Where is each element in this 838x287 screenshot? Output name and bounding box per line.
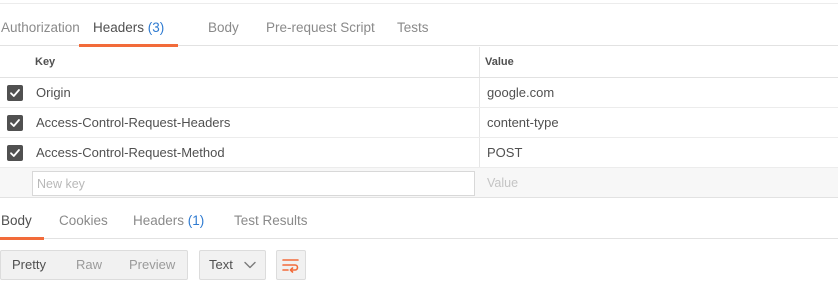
tab-label: Body bbox=[208, 20, 239, 35]
tab-label: Headers bbox=[93, 20, 145, 35]
tab-headers[interactable]: Headers (3) bbox=[79, 4, 179, 47]
headers-count-badge: (3) bbox=[147, 20, 165, 35]
tab-label: Body bbox=[1, 213, 32, 228]
header-value[interactable]: google.com bbox=[487, 78, 554, 108]
tab-label: Cookies bbox=[59, 213, 108, 228]
tab-response-body[interactable]: Body bbox=[0, 199, 44, 240]
header-value[interactable]: content-type bbox=[487, 108, 559, 138]
tab-tests[interactable]: Tests bbox=[397, 4, 429, 46]
table-row: Origin google.com bbox=[0, 78, 838, 108]
checkmark-icon bbox=[10, 119, 20, 127]
tab-cookies[interactable]: Cookies bbox=[59, 199, 108, 239]
header-value[interactable]: POST bbox=[487, 138, 522, 168]
view-pretty-button[interactable]: Pretty bbox=[12, 251, 46, 279]
new-header-row: Value bbox=[0, 168, 838, 198]
checkmark-icon bbox=[10, 149, 20, 157]
tab-test-results[interactable]: Test Results bbox=[234, 199, 308, 239]
checkmark-icon bbox=[10, 89, 20, 97]
response-headers-count-badge: (1) bbox=[187, 213, 205, 228]
format-select[interactable]: Text bbox=[199, 250, 266, 280]
header-key[interactable]: Origin bbox=[36, 78, 71, 108]
format-select-value: Text bbox=[209, 257, 233, 272]
tab-label: Authorization bbox=[1, 20, 80, 35]
header-key[interactable]: Access-Control-Request-Headers bbox=[36, 108, 230, 138]
table-header: Key Value bbox=[0, 47, 838, 78]
column-header-key: Key bbox=[35, 56, 56, 68]
column-header-value: Value bbox=[485, 56, 514, 68]
headers-table: Key Value Origin google.com Access-Contr… bbox=[0, 47, 838, 198]
view-raw-button[interactable]: Raw bbox=[76, 251, 102, 279]
row-checkbox[interactable] bbox=[7, 85, 23, 101]
chevron-down-icon bbox=[244, 261, 256, 269]
response-tabs: Body Cookies Headers (1) Test Results bbox=[0, 199, 838, 240]
row-checkbox[interactable] bbox=[7, 115, 23, 131]
tab-authorization[interactable]: Authorization bbox=[1, 4, 80, 46]
wrap-lines-icon bbox=[282, 259, 299, 273]
tab-body[interactable]: Body bbox=[208, 4, 239, 46]
header-key[interactable]: Access-Control-Request-Method bbox=[36, 138, 225, 168]
tab-pre-request-script[interactable]: Pre-request Script bbox=[266, 4, 375, 46]
table-row: Access-Control-Request-Method POST bbox=[0, 138, 838, 168]
new-key-input[interactable] bbox=[32, 171, 475, 196]
new-value-input[interactable]: Value bbox=[487, 168, 518, 198]
active-tab-indicator bbox=[0, 237, 44, 240]
tab-response-headers[interactable]: Headers (1) bbox=[133, 199, 204, 239]
tab-label: Pre-request Script bbox=[266, 20, 375, 35]
tab-label: Tests bbox=[397, 20, 429, 35]
wrap-lines-button[interactable] bbox=[276, 250, 306, 280]
view-preview-button[interactable]: Preview bbox=[129, 251, 175, 279]
tab-label: Headers bbox=[133, 213, 185, 228]
table-row: Access-Control-Request-Headers content-t… bbox=[0, 108, 838, 138]
row-checkbox[interactable] bbox=[7, 145, 23, 161]
request-tabs: Authorization Headers (3) Body Pre-reque… bbox=[0, 4, 838, 47]
view-mode-switch: Pretty Raw Preview bbox=[0, 250, 188, 280]
tab-label: Test Results bbox=[234, 213, 308, 228]
